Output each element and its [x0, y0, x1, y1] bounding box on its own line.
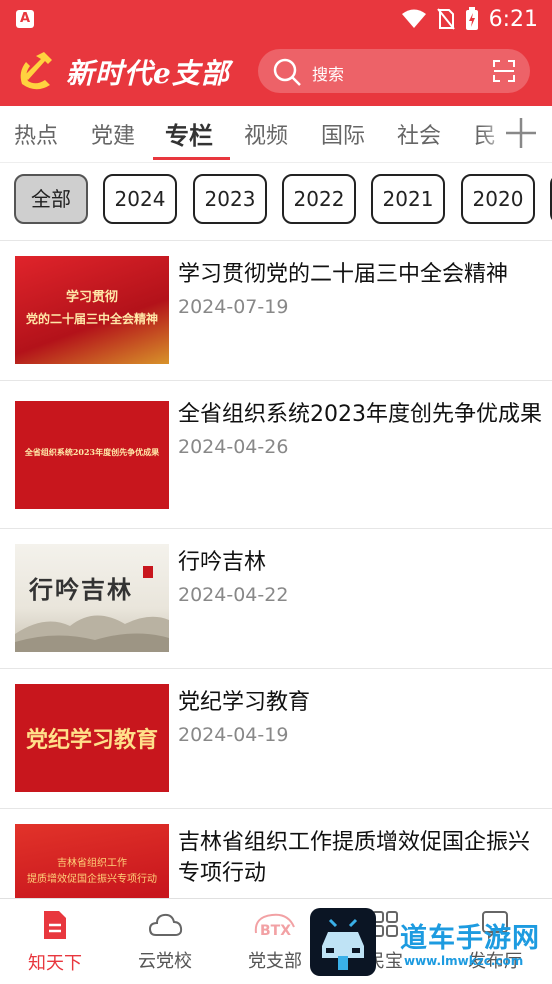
article-item[interactable]: 吉林省组织工作 提质增效促国企振兴专项行动 吉林省组织工作提质增效促国企振兴专项…	[0, 809, 552, 898]
nav-news[interactable]: 知天下	[5, 909, 105, 975]
thumb-caption: 行吟吉林	[29, 575, 133, 604]
year-chip-2022[interactable]: 2022	[282, 174, 356, 224]
article-title-block: 全省组织系统2023年度创先争优成果 2024-04-26	[178, 399, 548, 458]
thumb-caption: 提质增效促国企振兴专项行动	[27, 874, 157, 885]
tab-international[interactable]: 国际	[321, 118, 365, 150]
no-sim-icon	[436, 8, 455, 30]
nav-cloud-school[interactable]: 云党校	[115, 909, 215, 973]
watermark-title: 道车手游网	[400, 923, 540, 954]
search-bar[interactable]: 搜索	[258, 49, 530, 93]
year-chip-2020[interactable]: 2020	[461, 174, 535, 224]
wifi-icon	[401, 9, 426, 28]
article-title-block: 吉林省组织工作提质增效促国企振兴专项行动 2024-03-15	[178, 827, 548, 898]
car-logo-icon	[310, 908, 376, 976]
search-placeholder: 搜索	[312, 65, 345, 84]
tab-hot[interactable]: 热点	[14, 118, 58, 150]
app-logo: 新时代e支部	[14, 48, 230, 96]
article-title: 全省组织系统2023年度创先争优成果	[178, 402, 542, 427]
article-date: 2024-04-19	[178, 724, 289, 746]
battery-icon	[465, 7, 478, 30]
article-thumbnail: 党纪学习教育	[15, 684, 169, 792]
article-title: 党纪学习教育	[178, 690, 311, 715]
party-branch-icon: BTX	[254, 913, 295, 939]
thumb-caption: 学习贯彻	[65, 290, 118, 305]
status-icons: 6:21	[401, 6, 538, 32]
nav-label: 云党校	[138, 951, 192, 972]
tab-column[interactable]: 专栏	[165, 116, 213, 151]
year-chip-all[interactable]: 全部	[14, 174, 88, 224]
article-item[interactable]: 学习贯彻 党的二十届三中全会精神 学习贯彻党的二十届三中全会精神 2024-07…	[0, 241, 552, 381]
category-tabs: 热点 党建 专栏 视频 国际 社会 民	[0, 106, 552, 163]
article-title: 行吟吉林	[178, 550, 267, 575]
site-watermark: 道车手游网 www.lmwkzc.com	[308, 906, 552, 983]
status-bar: A 6:21	[0, 0, 552, 38]
tab-party-building[interactable]: 党建	[91, 118, 135, 150]
thumb-caption: 吉林省组织工作	[57, 858, 127, 869]
tab-society[interactable]: 社会	[397, 118, 441, 150]
thumb-caption: 党的二十届三中全会精神	[25, 312, 158, 326]
article-date: 2024-04-26	[178, 436, 289, 458]
article-title: 吉林省组织工作提质增效促国企振兴专项行动	[178, 830, 531, 886]
document-icon	[44, 911, 66, 939]
article-title-block: 党纪学习教育 2024-04-19	[178, 687, 548, 746]
app-title: 新时代e支部	[66, 57, 230, 90]
add-tab-icon[interactable]	[504, 116, 538, 150]
article-item[interactable]: 党纪学习教育 党纪学习教育 2024-04-19	[0, 669, 552, 809]
active-tab-indicator	[153, 157, 230, 160]
year-chip-2023[interactable]: 2023	[193, 174, 267, 224]
article-item[interactable]: 行吟吉林 行吟吉林 2024-04-22	[0, 529, 552, 669]
article-item[interactable]: 全省组织系统2023年度创先争优成果 全省组织系统2023年度创先争优成果 20…	[0, 381, 552, 529]
article-title: 学习贯彻党的二十届三中全会精神	[178, 262, 509, 287]
year-chip-2024[interactable]: 2024	[103, 174, 177, 224]
year-filter: 全部 2024 2023 2022 2021 2020	[0, 162, 552, 241]
nav-label: 知天下	[28, 953, 82, 974]
app-notification-icon: A	[16, 10, 34, 28]
thumb-caption: 全省组织系统2023年度创先争优成果	[24, 447, 160, 457]
thumb-caption: 党纪学习教育	[25, 727, 158, 753]
app-header: 新时代e支部 搜索	[0, 38, 552, 106]
watermark-url: www.lmwkzc.com	[404, 954, 524, 968]
article-thumbnail: 行吟吉林	[15, 544, 169, 652]
article-thumbnail: 吉林省组织工作 提质增效促国企振兴专项行动	[15, 824, 169, 898]
article-date: 2024-04-22	[178, 584, 289, 606]
article-thumbnail: 全省组织系统2023年度创先争优成果	[15, 401, 169, 509]
article-title-block: 行吟吉林 2024-04-22	[178, 547, 548, 606]
article-date: 2024-07-19	[178, 296, 289, 318]
clock: 6:21	[488, 6, 538, 32]
search-icon	[273, 58, 301, 86]
party-emblem-icon	[20, 52, 52, 90]
article-title-block: 学习贯彻党的二十届三中全会精神 2024-07-19	[178, 259, 548, 318]
scan-icon[interactable]	[492, 59, 516, 83]
svg-text:BTX: BTX	[260, 923, 291, 939]
article-thumbnail: 学习贯彻 党的二十届三中全会精神	[15, 256, 169, 364]
year-chip-2021[interactable]: 2021	[371, 174, 445, 224]
tab-video[interactable]: 视频	[244, 118, 288, 150]
cloud-icon	[148, 913, 183, 936]
